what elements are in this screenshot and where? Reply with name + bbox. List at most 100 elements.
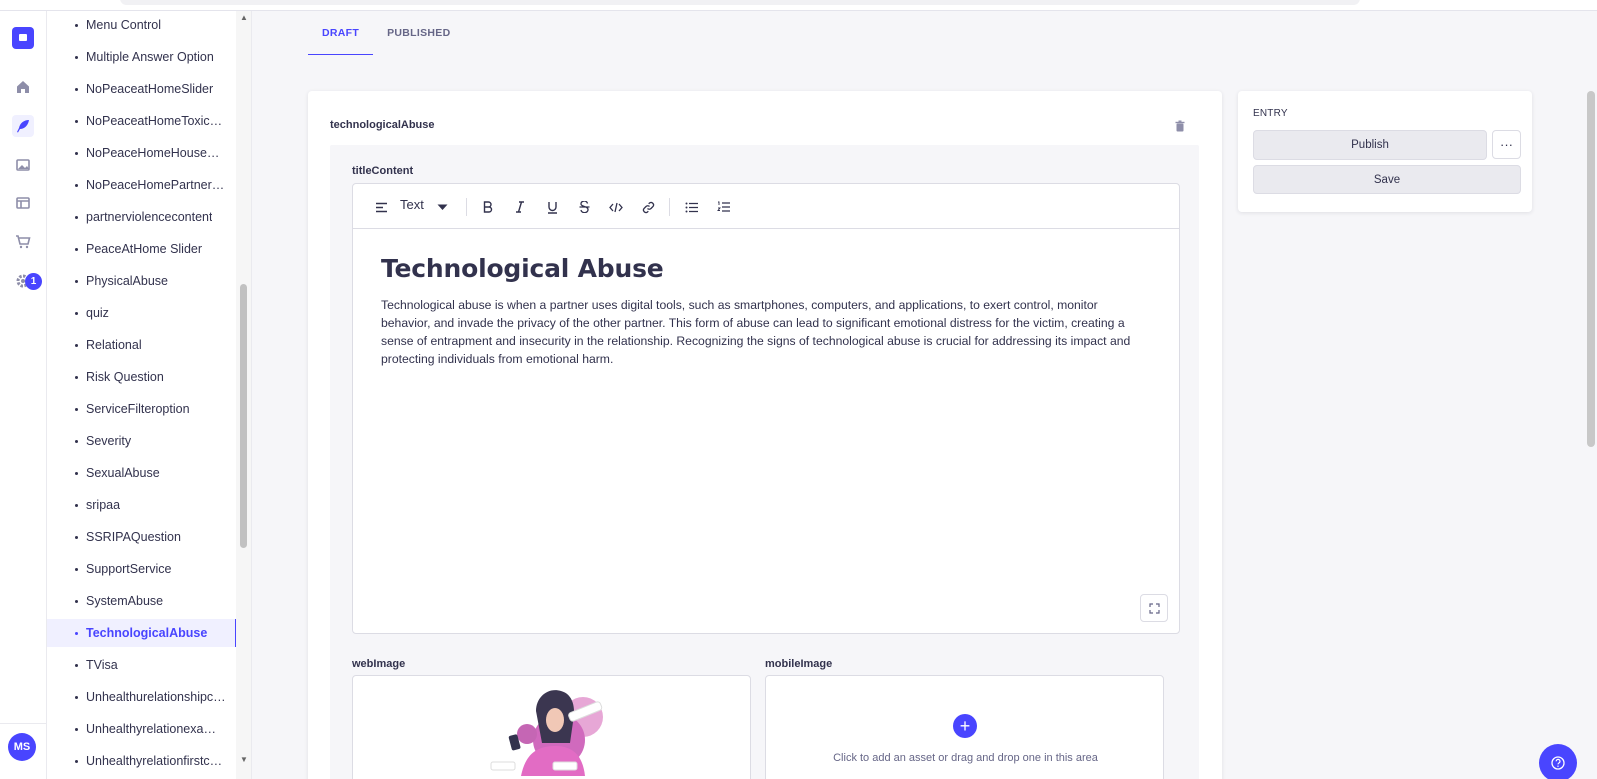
notification-badge: 1 xyxy=(25,273,42,290)
bullet-dot-icon xyxy=(75,152,78,155)
content-tabs: DRAFT PUBLISHED xyxy=(308,11,464,55)
sidebar-item[interactable]: Unhealthyrelationexample xyxy=(47,715,237,743)
sidebar-item-label: ServiceFilteroption xyxy=(86,402,190,416)
sidebar-item[interactable]: Menu Control xyxy=(47,11,237,39)
sidebar-item-label: Severity xyxy=(86,434,132,448)
sidebar-item[interactable]: NoPeaceatHomeToxicRela... xyxy=(47,107,237,135)
top-strip xyxy=(0,0,1597,11)
bullet-dot-icon xyxy=(75,184,78,187)
rich-text-editor[interactable]: Text Technological Abuse Technological a… xyxy=(352,183,1180,634)
sidebar-item[interactable]: SystemAbuse xyxy=(47,587,237,615)
sidebar-item[interactable]: NoPeaceHomeHouseCon... xyxy=(47,139,237,167)
mobile-image-field[interactable]: + Click to add an asset or drag and drop… xyxy=(765,675,1164,779)
sidebar-item[interactable]: partnerviolencecontent xyxy=(47,203,237,231)
scroll-down-arrow-icon[interactable]: ▼ xyxy=(240,756,248,764)
scroll-up-arrow-icon[interactable]: ▲ xyxy=(240,14,248,22)
sidebar-item[interactable]: PhysicalAbuse xyxy=(47,267,237,295)
layout-icon[interactable] xyxy=(12,192,34,214)
link-icon[interactable] xyxy=(637,196,659,218)
publish-button[interactable]: Publish xyxy=(1253,130,1487,160)
add-asset-plus-icon[interactable]: + xyxy=(953,714,977,738)
sidebar-item-label: SystemAbuse xyxy=(86,594,164,608)
sidebar-item-label: PhysicalAbuse xyxy=(86,274,168,288)
sidebar-item[interactable]: ServiceFilteroption xyxy=(47,395,237,423)
editor-content[interactable]: Technological Abuse Technological abuse … xyxy=(381,254,1147,368)
trash-icon[interactable] xyxy=(1174,119,1186,132)
bullet-list-icon[interactable] xyxy=(680,196,702,218)
question-icon xyxy=(1551,756,1565,770)
sidebar-item[interactable]: SupportService xyxy=(47,555,237,583)
sidebar-item[interactable]: SexualAbuse xyxy=(47,459,237,487)
bullet-dot-icon xyxy=(75,440,78,443)
sidebar-item[interactable]: Multiple Answer Option xyxy=(47,43,237,71)
italic-icon[interactable] xyxy=(509,196,531,218)
sidebar-item[interactable]: Risk Question xyxy=(47,363,237,391)
help-button[interactable] xyxy=(1539,744,1577,779)
code-icon[interactable] xyxy=(605,196,627,218)
bullet-dot-icon xyxy=(75,760,78,763)
sidebar-scroll-thumb[interactable] xyxy=(240,284,247,548)
home-icon[interactable] xyxy=(12,76,34,98)
sidebar-item[interactable]: TVisa xyxy=(47,651,237,679)
title-content-label: titleContent xyxy=(352,165,414,177)
sidebar-item[interactable]: quiz xyxy=(47,299,237,327)
bullet-dot-icon xyxy=(75,472,78,475)
editor-toolbar: Text xyxy=(353,184,1179,229)
save-button[interactable]: Save xyxy=(1253,165,1521,194)
sidebar-item[interactable]: Unhealthurelationshipcon... xyxy=(47,683,237,711)
sidebar-item-label: Unhealthyrelationexample xyxy=(86,722,226,736)
sidebar-item-label: partnerviolencecontent xyxy=(86,210,213,224)
sidebar-item[interactable]: Severity xyxy=(47,427,237,455)
sidebar-item-label: NoPeaceHomeHouseCon... xyxy=(86,146,226,160)
sidebar-item[interactable]: PeaceAtHome Slider xyxy=(47,235,237,263)
bullet-dot-icon xyxy=(75,88,78,91)
sidebar-item[interactable]: NoPeaceHomePartnerviol... xyxy=(47,171,237,199)
address-bar-edge xyxy=(120,0,1360,5)
underline-icon[interactable] xyxy=(541,196,563,218)
tab-draft[interactable]: DRAFT xyxy=(308,11,374,55)
bullet-dot-icon xyxy=(75,248,78,251)
cart-icon[interactable] xyxy=(12,231,34,253)
chevron-down-icon[interactable] xyxy=(431,196,453,218)
web-image-field[interactable] xyxy=(352,675,751,779)
sidebar-item-label: NoPeaceatHomeSlider xyxy=(86,82,214,96)
sidebar-item-label: Unhealthyrelationfirstcon... xyxy=(86,754,226,768)
sidebar-item[interactable]: sripaa xyxy=(47,491,237,519)
bullet-dot-icon xyxy=(75,632,78,635)
component-card: technologicalAbuse titleContent Text Tec… xyxy=(308,91,1222,779)
bullet-dot-icon xyxy=(75,376,78,379)
sidebar-item[interactable]: SSRIPAQuestion xyxy=(47,523,237,551)
sidebar-item-label: SSRIPAQuestion xyxy=(86,530,181,544)
numbered-list-icon[interactable] xyxy=(712,196,734,218)
content-paragraph: Technological abuse is when a partner us… xyxy=(381,298,1131,366)
sidebar-item-label: TVisa xyxy=(86,658,118,672)
images-icon[interactable] xyxy=(12,154,34,176)
sidebar-item[interactable]: NoPeaceatHomeSlider xyxy=(47,75,237,103)
bold-icon[interactable] xyxy=(477,196,499,218)
bullet-dot-icon xyxy=(75,120,78,123)
bullet-dot-icon xyxy=(75,56,78,59)
page-scrollbar[interactable] xyxy=(1587,91,1595,447)
bullet-dot-icon xyxy=(75,664,78,667)
bullet-dot-icon xyxy=(75,536,78,539)
sidebar-item-label: quiz xyxy=(86,306,109,320)
sidebar-item-label: SupportService xyxy=(86,562,172,576)
sidebar-item[interactable]: Unhealthyrelationfirstcon... xyxy=(47,747,237,775)
strikethrough-icon[interactable] xyxy=(573,196,595,218)
feather-icon[interactable] xyxy=(12,115,34,137)
sidebar-item[interactable]: Relational xyxy=(47,331,237,359)
sidebar-item-label: TechnologicalAbuse xyxy=(86,626,208,640)
asset-drop-hint: Click to add an asset or drag and drop o… xyxy=(833,752,1098,764)
sidebar-item-label: SexualAbuse xyxy=(86,466,160,480)
block-type-select[interactable]: Text xyxy=(400,197,424,212)
bullet-dot-icon xyxy=(75,504,78,507)
more-options-button[interactable]: ··· xyxy=(1492,130,1521,159)
expand-icon[interactable] xyxy=(1140,594,1168,622)
avatar[interactable]: MS xyxy=(8,733,36,761)
bullet-dot-icon xyxy=(75,216,78,219)
sidebar-item[interactable]: TechnologicalAbuse xyxy=(47,619,237,647)
toolbar-divider xyxy=(466,198,467,216)
tab-published[interactable]: PUBLISHED xyxy=(373,11,464,55)
sidebar-item-label: Relational xyxy=(86,338,142,352)
app-logo[interactable] xyxy=(12,27,34,49)
